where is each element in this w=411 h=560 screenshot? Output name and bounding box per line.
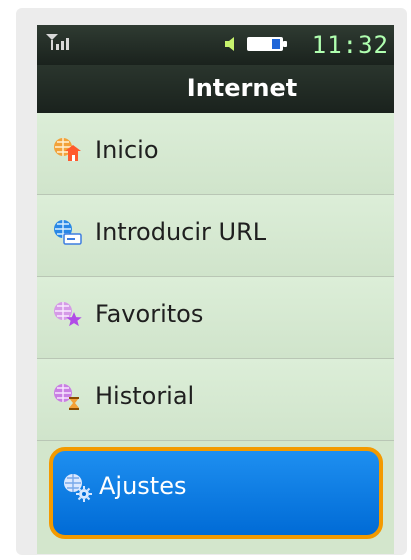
phone-screen: 11:32 Internet Inicio Introducir URL Fav… bbox=[37, 25, 394, 554]
history-globe-icon bbox=[54, 384, 79, 410]
speaker-icon bbox=[225, 37, 234, 51]
settings-globe-icon bbox=[64, 474, 92, 502]
menu-item-ajustes[interactable]: Ajustes bbox=[37, 441, 394, 554]
status-bar: 11:32 bbox=[37, 25, 394, 65]
page-title: Internet bbox=[186, 74, 298, 102]
favorites-globe-icon bbox=[54, 302, 82, 327]
signal-icon bbox=[46, 34, 69, 50]
menu-item-historial[interactable]: Historial bbox=[37, 359, 394, 441]
menu-item-favoritos[interactable]: Favoritos bbox=[37, 277, 394, 359]
menu-item-inicio[interactable]: Inicio bbox=[37, 113, 394, 195]
menu-label: Inicio bbox=[95, 136, 159, 164]
menu-label: Historial bbox=[95, 382, 195, 410]
internet-menu: Inicio Introducir URL Favoritos Historia… bbox=[37, 113, 394, 554]
menu-label: Favoritos bbox=[95, 300, 204, 328]
menu-item-introducir-url[interactable]: Introducir URL bbox=[37, 195, 394, 277]
url-globe-icon bbox=[54, 220, 82, 245]
status-time: 11:32 bbox=[311, 31, 389, 59]
home-globe-icon bbox=[54, 138, 81, 161]
menu-label: Introducir URL bbox=[95, 218, 267, 246]
battery-icon bbox=[247, 37, 287, 51]
header-bar: Internet bbox=[37, 65, 394, 113]
menu-label: Ajustes bbox=[99, 472, 187, 500]
